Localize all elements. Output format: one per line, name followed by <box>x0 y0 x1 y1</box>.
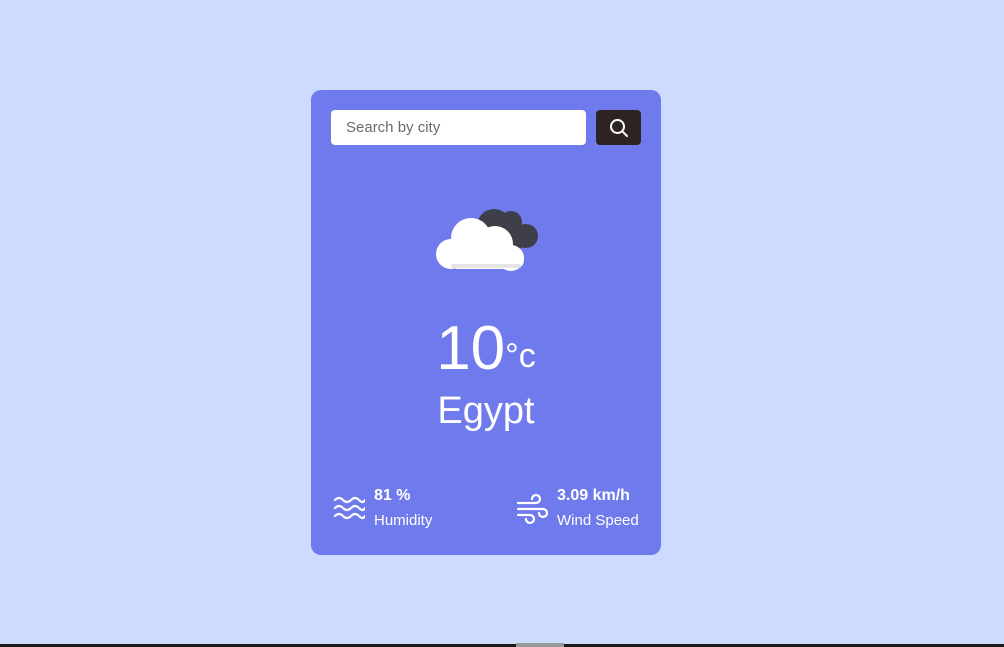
wind-speed-label: Wind Speed <box>557 512 639 529</box>
wind-icon <box>516 493 548 524</box>
temperature-unit: °c <box>505 337 536 375</box>
humidity-label: Humidity <box>374 512 433 529</box>
search-icon <box>609 118 628 137</box>
wind-speed-value: 3.09 km/h <box>557 487 630 504</box>
temperature: 10°c <box>311 318 661 380</box>
city-name: Egypt <box>437 390 535 432</box>
cloud-icon <box>436 209 538 271</box>
waves-icon <box>333 496 365 519</box>
search-bar <box>331 110 641 145</box>
wind-detail: 3.09 km/h Wind Speed <box>516 485 639 532</box>
search-button[interactable] <box>596 110 641 145</box>
humidity-value: 81 % <box>374 487 411 504</box>
weather-card: 10°c Egypt 81 % Humidity 3.09 km/h Wind … <box>311 90 661 555</box>
temperature-value: 10 <box>436 314 506 383</box>
scrollbar-thumb[interactable] <box>516 643 564 647</box>
search-input[interactable] <box>331 110 586 145</box>
humidity-detail: 81 % Humidity <box>333 485 432 532</box>
